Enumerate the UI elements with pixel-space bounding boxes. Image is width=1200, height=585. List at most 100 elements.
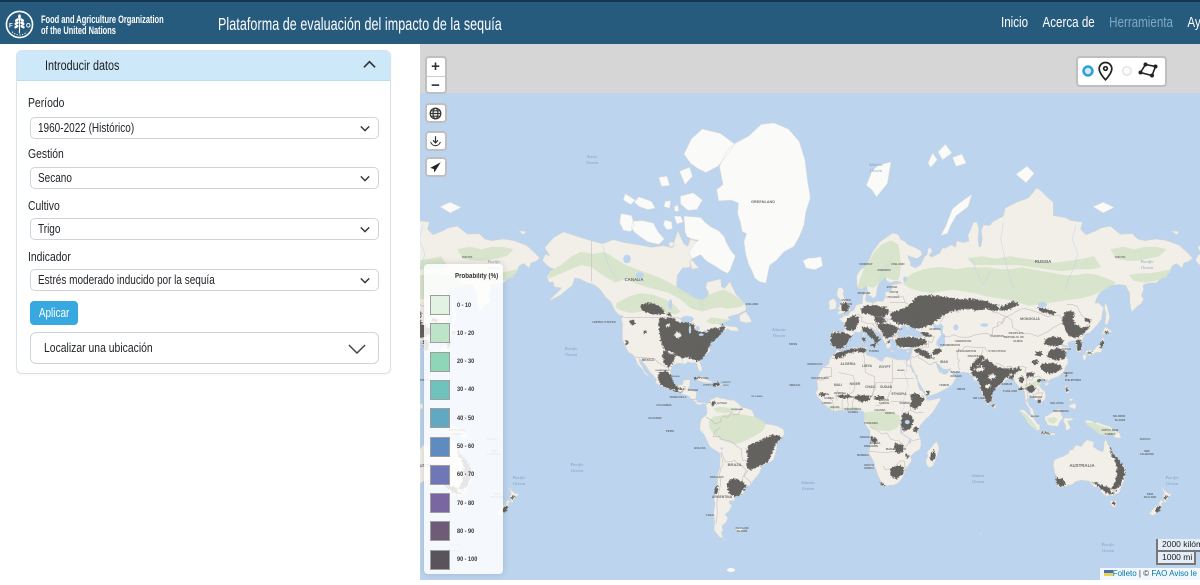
- svg-text:Ocean: Ocean: [586, 160, 599, 165]
- svg-text:ARABIA: ARABIA: [950, 374, 962, 378]
- svg-text:Ocean: Ocean: [1141, 265, 1154, 270]
- svg-text:SAUDI: SAUDI: [950, 370, 960, 374]
- svg-text:Ocean: Ocean: [972, 479, 985, 484]
- svg-text:Atlantic: Atlantic: [800, 480, 816, 485]
- svg-text:SOLOMON: SOLOMON: [1113, 415, 1126, 418]
- svg-text:NAMIBIA: NAMIBIA: [857, 453, 869, 457]
- svg-text:PAPUA NEW: PAPUA NEW: [1102, 428, 1119, 432]
- svg-text:MONGOLIA: MONGOLIA: [1020, 317, 1040, 321]
- svg-text:ISLANDS: ISLANDS: [1115, 419, 1126, 422]
- svg-text:MOROCCO: MOROCCO: [808, 362, 824, 366]
- svg-text:LITHUANIA: LITHUANIA: [887, 296, 900, 299]
- svg-text:LATVIA: LATVIA: [890, 291, 899, 294]
- svg-text:Ocean: Ocean: [802, 486, 815, 491]
- svg-text:VENEZUELA: VENEZUELA: [670, 395, 687, 399]
- svg-text:RUSSIA: RUSSIA: [1035, 259, 1052, 264]
- svg-text:TAJIKISTAN: TAJIKISTAN: [990, 335, 1004, 338]
- svg-text:Atlantic: Atlantic: [868, 162, 884, 167]
- svg-text:GUINEA: GUINEA: [824, 397, 834, 400]
- svg-text:SUDAN: SUDAN: [879, 401, 889, 405]
- svg-text:Atlantic: Atlantic: [771, 327, 787, 332]
- svg-text:NIGER: NIGER: [850, 382, 861, 386]
- svg-text:CHINA: CHINA: [1013, 339, 1023, 343]
- svg-text:AFGHANISTAN: AFGHANISTAN: [956, 349, 976, 353]
- svg-text:EGYPT: EGYPT: [879, 365, 891, 369]
- svg-text:YAKUTIA: YAKUTIA: [1115, 256, 1126, 259]
- svg-text:MALI: MALI: [834, 383, 842, 387]
- svg-text:ETHIOPIA: ETHIOPIA: [891, 392, 907, 396]
- svg-text:FALKLAND: FALKLAND: [736, 527, 749, 530]
- svg-text:UNITED: UNITED: [841, 299, 851, 302]
- svg-text:CHILE: CHILE: [706, 513, 715, 517]
- svg-text:Ocean: Ocean: [571, 468, 584, 473]
- svg-text:AFRICA: AFRICA: [864, 466, 875, 470]
- svg-text:UGANDA: UGANDA: [875, 409, 886, 412]
- svg-text:ISLANDS: ISLANDS: [737, 530, 748, 533]
- svg-text:IRAN: IRAN: [940, 360, 948, 364]
- svg-text:YEMEN: YEMEN: [939, 383, 949, 387]
- svg-text:Pacific: Pacific: [569, 462, 583, 467]
- svg-text:SENEGAL: SENEGAL: [789, 384, 801, 387]
- svg-text:SWEDEN: SWEDEN: [877, 268, 890, 272]
- svg-text:YAKUTIA: YAKUTIA: [462, 256, 473, 259]
- svg-text:REPUBLIC OF: REPUBLIC OF: [1004, 335, 1025, 339]
- svg-text:Ocean: Ocean: [565, 352, 578, 357]
- svg-text:RICO: RICO: [723, 385, 729, 387]
- svg-text:TANZANIA: TANZANIA: [864, 421, 878, 425]
- svg-text:ARGENTINA: ARGENTINA: [712, 495, 733, 499]
- svg-text:Ocean: Ocean: [1166, 481, 1179, 486]
- svg-text:LIBYA: LIBYA: [862, 364, 872, 368]
- svg-text:FINLAND: FINLAND: [891, 262, 905, 266]
- svg-text:UNITED STATES: UNITED STATES: [592, 320, 615, 324]
- svg-text:NORWAY: NORWAY: [859, 262, 872, 266]
- svg-text:NEW: NEW: [1144, 450, 1150, 453]
- svg-text:MAURITANIA: MAURITANIA: [811, 376, 829, 380]
- svg-text:INDONESIA: INDONESIA: [1053, 409, 1069, 413]
- svg-text:Pacific: Pacific: [1164, 475, 1178, 480]
- svg-text:BRAZIL: BRAZIL: [728, 462, 743, 467]
- svg-text:GEORGIA: GEORGIA: [929, 328, 941, 331]
- svg-text:SUDAN: SUDAN: [880, 385, 893, 389]
- svg-text:Pacific: Pacific: [1139, 259, 1153, 264]
- svg-text:BOLIVIA: BOLIVIA: [694, 446, 705, 450]
- svg-text:TAIWAN: TAIWAN: [1063, 372, 1073, 375]
- svg-text:Pacific: Pacific: [563, 346, 577, 351]
- svg-text:OMAN: OMAN: [957, 387, 966, 391]
- svg-text:THAILAND: THAILAND: [1003, 389, 1017, 393]
- svg-text:LIBERIA: LIBERIA: [822, 402, 832, 405]
- svg-text:TURKMENISTAN: TURKMENISTAN: [940, 344, 960, 347]
- svg-text:PARAGUAY: PARAGUAY: [710, 476, 724, 479]
- svg-text:ALGERIA: ALGERIA: [840, 362, 856, 366]
- svg-text:SPAIN: SPAIN: [789, 342, 797, 346]
- svg-text:PERU: PERU: [666, 429, 674, 433]
- svg-text:COLOMBIA: COLOMBIA: [656, 403, 671, 407]
- svg-text:MEXICO: MEXICO: [642, 358, 655, 362]
- svg-text:GUYANA: GUYANA: [717, 402, 727, 405]
- svg-text:Indian: Indian: [971, 473, 985, 478]
- svg-text:Pacific: Pacific: [1100, 542, 1114, 547]
- svg-text:AUSTRALIA: AUSTRALIA: [1069, 463, 1095, 468]
- svg-text:PEOPLE'S: PEOPLE'S: [1009, 331, 1024, 335]
- svg-text:TUNISIA: TUNISIA: [869, 350, 879, 353]
- svg-text:Ocean: Ocean: [773, 333, 786, 338]
- svg-text:BRUNEI: BRUNEI: [1031, 416, 1040, 418]
- svg-text:CHAD: CHAD: [865, 385, 875, 389]
- svg-text:Arctic: Arctic: [585, 154, 597, 159]
- svg-text:CALEDONIA: CALEDONIA: [1140, 453, 1154, 456]
- svg-text:GHANA: GHANA: [830, 406, 839, 409]
- svg-text:Pacific: Pacific: [511, 475, 525, 480]
- svg-text:DENMARK: DENMARK: [858, 292, 871, 295]
- svg-text:GUINEA: GUINEA: [1105, 432, 1116, 436]
- svg-text:Ocean: Ocean: [870, 168, 883, 173]
- svg-text:F: F: [9, 23, 13, 29]
- svg-text:Ocean: Ocean: [1102, 548, 1115, 553]
- svg-text:KYRGYZSTAN: KYRGYZSTAN: [988, 350, 1005, 353]
- svg-text:KENYA: KENYA: [885, 411, 895, 415]
- svg-text:PUERTO: PUERTO: [721, 382, 730, 384]
- svg-text:GREENLAND: GREENLAND: [751, 200, 775, 204]
- svg-text:O: O: [26, 23, 31, 29]
- svg-text:Ocean: Ocean: [513, 481, 526, 486]
- svg-text:ICELAND: ICELAND: [746, 302, 758, 306]
- svg-text:ESTONIA: ESTONIA: [887, 286, 898, 289]
- svg-text:PANAMA: PANAMA: [688, 389, 699, 392]
